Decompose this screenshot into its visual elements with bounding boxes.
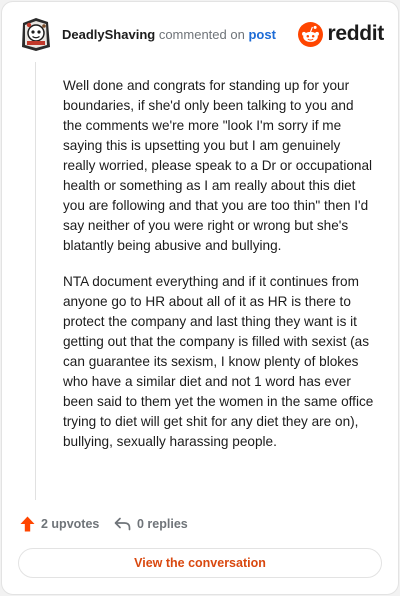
username-link[interactable]: DeadlyShaving [62, 27, 155, 42]
view-conversation-button[interactable]: View the conversation [18, 548, 382, 578]
comment-meta: DeadlyShaving commented on post [62, 27, 276, 43]
thread-line [35, 62, 36, 500]
avatar-icon[interactable] [20, 16, 52, 52]
reddit-logo-icon [298, 21, 324, 47]
reply-arrow-icon [114, 517, 131, 531]
reddit-wordmark: reddit [327, 22, 384, 45]
comment-paragraph: NTA document everything and if it contin… [63, 274, 374, 449]
comment-body: Well done and congrats for standing up f… [63, 76, 375, 468]
replies-button[interactable]: 0 replies [114, 514, 188, 534]
comment-card: DeadlyShaving commented on post reddit W… [1, 1, 399, 595]
post-link[interactable]: post [248, 27, 275, 42]
comment-footer: 2 upvotes 0 replies [18, 514, 378, 534]
reddit-logo[interactable]: reddit [298, 21, 384, 47]
upvote-button[interactable]: 2 upvotes [20, 514, 99, 534]
comment-header: DeadlyShaving commented on post reddit [18, 16, 386, 54]
comment-paragraph: Well done and congrats for standing up f… [63, 78, 373, 253]
upvote-count: 2 upvotes [41, 517, 100, 531]
comment-action-text: commented on [158, 27, 245, 42]
reply-count: 0 replies [137, 517, 188, 531]
upvote-arrow-icon [20, 516, 35, 532]
